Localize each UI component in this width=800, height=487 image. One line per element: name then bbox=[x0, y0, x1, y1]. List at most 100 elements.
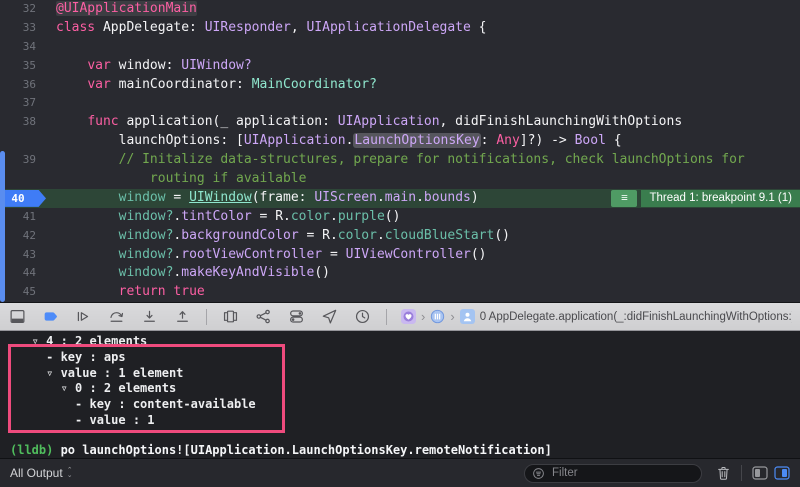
console-line: - key : aps bbox=[10, 350, 800, 366]
code-segment: func bbox=[87, 114, 126, 129]
code-segment: AppDelegate: bbox=[103, 20, 205, 35]
console-view-toggle-button[interactable] bbox=[774, 466, 790, 480]
chevron-right-icon: › bbox=[450, 309, 454, 324]
code-text[interactable]: var mainCoordinator: MainCoordinator? bbox=[56, 76, 377, 95]
console-line: ▿ 0 : 2 elements bbox=[10, 381, 800, 397]
stack-frame-icon[interactable] bbox=[460, 309, 475, 324]
step-into-icon bbox=[141, 308, 158, 325]
code-segment bbox=[56, 58, 87, 73]
breakpoint-line-number[interactable]: 40 bbox=[0, 190, 46, 207]
breakpoints-toggle-button[interactable] bbox=[41, 307, 60, 326]
debug-view-hierarchy-button[interactable] bbox=[221, 307, 240, 326]
code-segment: { bbox=[471, 20, 487, 35]
code-text[interactable]: class AppDelegate: UIResponder, UIApplic… bbox=[56, 19, 487, 38]
code-text[interactable]: func application(_ application: UIApplic… bbox=[56, 113, 682, 132]
code-text[interactable]: routing if available bbox=[56, 170, 306, 189]
step-over-button[interactable] bbox=[107, 307, 126, 326]
lldb-prompt: (lldb) bbox=[10, 443, 53, 457]
code-editor[interactable]: 32 @UIApplicationMain 33 class AppDelegate:… bbox=[0, 0, 800, 302]
code-text[interactable]: return true bbox=[56, 283, 205, 302]
timeline-icon bbox=[354, 308, 371, 325]
app-icon[interactable] bbox=[401, 309, 416, 324]
debug-view-hierarchy-icon bbox=[222, 308, 239, 325]
hide-debug-area-button[interactable] bbox=[8, 307, 27, 326]
continue-execution-icon bbox=[75, 308, 92, 325]
line-number[interactable]: 44 bbox=[0, 264, 46, 283]
environment-overrides-button[interactable] bbox=[287, 307, 306, 326]
line-number[interactable]: 35 bbox=[0, 57, 46, 76]
simulate-location-icon bbox=[321, 308, 338, 325]
breakpoint-annotation[interactable]: ≡Thread 1: breakpoint 9.1 (1) bbox=[611, 190, 800, 207]
continue-execution-button[interactable] bbox=[74, 307, 93, 326]
line-number[interactable]: 39 bbox=[0, 151, 46, 170]
line-number[interactable]: 38 bbox=[0, 113, 46, 132]
output-scope-selector[interactable]: All Output ⌃⌄ bbox=[10, 466, 73, 480]
console-filter-field[interactable] bbox=[524, 464, 702, 483]
code-segment: UIResponder bbox=[205, 20, 291, 35]
code-segment: window? bbox=[119, 209, 174, 224]
code-segment: ) bbox=[471, 190, 479, 205]
clear-console-button[interactable] bbox=[716, 465, 731, 481]
line-number[interactable]: 37 bbox=[0, 94, 46, 113]
code-line: 37 bbox=[0, 94, 800, 113]
code-segment: () bbox=[471, 247, 487, 262]
code-line: 39 // Initalize data-structures, prepare… bbox=[0, 151, 800, 170]
console-view-icon bbox=[774, 466, 790, 480]
code-segment: return bbox=[119, 284, 174, 299]
filter-input[interactable] bbox=[550, 466, 674, 480]
code-text[interactable]: // Initalize data-structures, prepare fo… bbox=[56, 151, 745, 170]
code-line: 38 func application(_ application: UIApp… bbox=[0, 113, 800, 132]
debug-memory-graph-button[interactable] bbox=[254, 307, 273, 326]
code-segment bbox=[56, 114, 87, 129]
code-line: 42 window?.backgroundColor = R.color.clo… bbox=[0, 227, 800, 246]
variables-view-toggle-button[interactable] bbox=[752, 466, 768, 480]
line-number[interactable]: 32 bbox=[0, 0, 46, 19]
code-segment: launchOptions: [ bbox=[56, 133, 244, 148]
chevron-updown-icon: ⌃⌄ bbox=[67, 468, 73, 478]
step-into-button[interactable] bbox=[140, 307, 159, 326]
stack-frame-label[interactable]: 0 AppDelegate.application(_:didFinishLau… bbox=[480, 311, 792, 323]
code-segment bbox=[56, 209, 119, 224]
code-segment: color bbox=[291, 209, 330, 224]
code-segment: color bbox=[338, 228, 377, 243]
line-number[interactable]: 41 bbox=[0, 208, 46, 227]
code-text[interactable]: window?.rootViewController = UIViewContr… bbox=[56, 246, 487, 265]
code-segment: var bbox=[87, 58, 118, 73]
timeline-button[interactable] bbox=[353, 307, 372, 326]
code-segment: UIWindow bbox=[189, 190, 252, 205]
code-segment: UIApplicationDelegate bbox=[306, 20, 470, 35]
line-number[interactable]: 34 bbox=[0, 38, 46, 57]
code-text[interactable]: launchOptions: [UIApplication.LaunchOpti… bbox=[56, 132, 622, 151]
code-segment: = bbox=[299, 228, 322, 243]
code-segment: Bool bbox=[575, 133, 606, 148]
lldb-prompt-line: (lldb) po launchOptions![UIApplication.L… bbox=[10, 443, 800, 459]
console-bottom-bar: All Output ⌃⌄ bbox=[0, 458, 800, 487]
code-segment bbox=[56, 228, 119, 243]
debug-console[interactable]: ▿ 4 : 2 elements - key : aps ▿ value : 1… bbox=[0, 331, 800, 458]
line-number[interactable]: 45 bbox=[0, 283, 46, 302]
line-number[interactable]: 42 bbox=[0, 227, 46, 246]
code-segment: . bbox=[416, 190, 424, 205]
line-number[interactable]: 33 bbox=[0, 19, 46, 38]
step-out-button[interactable] bbox=[173, 307, 192, 326]
code-line: 45 return true bbox=[0, 283, 800, 302]
thread-icon[interactable] bbox=[430, 309, 445, 324]
code-text[interactable]: window = UIWindow(frame: UIScreen.main.b… bbox=[56, 189, 479, 208]
code-segment bbox=[56, 77, 87, 92]
code-segment: : bbox=[481, 133, 497, 148]
code-line: 33 class AppDelegate: UIResponder, UIAppl… bbox=[0, 19, 800, 38]
debug-breadcrumb: › › 0 AppDelegate.application(_:didFinis… bbox=[401, 309, 792, 324]
line-number[interactable]: 36 bbox=[0, 76, 46, 95]
code-segment: MainCoordinator? bbox=[252, 77, 377, 92]
code-text[interactable]: @UIApplicationMain bbox=[56, 0, 197, 19]
code-text[interactable]: var window: UIWindow? bbox=[56, 57, 252, 76]
simulate-location-button[interactable] bbox=[320, 307, 339, 326]
code-line: routing if available bbox=[0, 170, 800, 189]
chevron-right-icon: › bbox=[421, 309, 425, 324]
code-segment: rootViewController bbox=[181, 247, 322, 262]
code-segment: @UIApplicationMain bbox=[56, 1, 197, 16]
line-number[interactable]: 43 bbox=[0, 246, 46, 265]
code-text[interactable]: window?.makeKeyAndVisible() bbox=[56, 264, 330, 283]
code-text[interactable]: window?.tintColor = R.color.purple() bbox=[56, 208, 400, 227]
code-text[interactable]: window?.backgroundColor = R.color.cloudB… bbox=[56, 227, 510, 246]
